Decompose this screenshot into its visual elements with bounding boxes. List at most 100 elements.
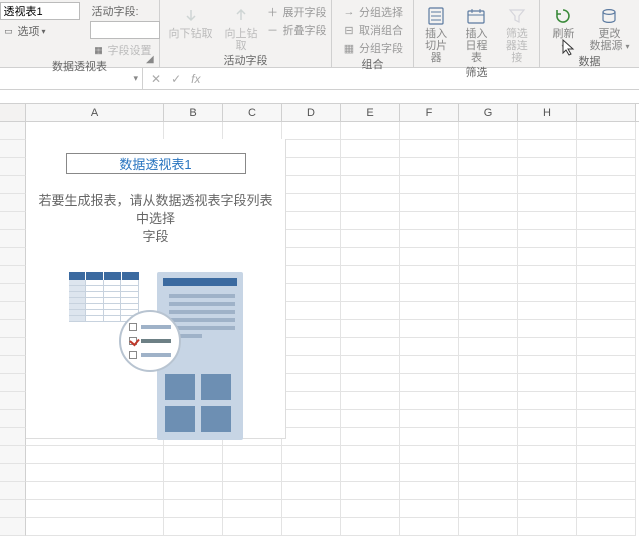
row-header[interactable]	[0, 500, 26, 518]
cell[interactable]	[282, 248, 341, 266]
ungroup-button[interactable]: ⊟ 取消组合	[342, 22, 403, 38]
row-header[interactable]	[0, 446, 26, 464]
cell[interactable]	[341, 176, 400, 194]
cell[interactable]	[518, 518, 577, 536]
cell[interactable]	[282, 158, 341, 176]
cell[interactable]	[26, 500, 164, 518]
cell[interactable]	[518, 176, 577, 194]
cell[interactable]	[518, 158, 577, 176]
row-header[interactable]	[0, 320, 26, 338]
cell[interactable]	[518, 446, 577, 464]
row-header[interactable]	[0, 392, 26, 410]
cell[interactable]	[400, 176, 459, 194]
cell[interactable]	[459, 518, 518, 536]
cell[interactable]	[459, 122, 518, 140]
cell[interactable]	[282, 230, 341, 248]
cell[interactable]	[459, 266, 518, 284]
cell[interactable]	[577, 320, 636, 338]
cell[interactable]	[341, 284, 400, 302]
cell[interactable]	[26, 446, 164, 464]
cell[interactable]	[282, 212, 341, 230]
group-field-button[interactable]: ▦ 分组字段	[342, 40, 403, 56]
cell[interactable]	[518, 248, 577, 266]
cell[interactable]	[459, 230, 518, 248]
cell[interactable]	[459, 158, 518, 176]
insert-timeline-button[interactable]: 插入日程表	[458, 2, 494, 64]
cell[interactable]	[223, 464, 282, 482]
cell[interactable]	[577, 392, 636, 410]
cell[interactable]	[341, 428, 400, 446]
select-all-corner[interactable]	[0, 104, 26, 121]
cell[interactable]	[282, 140, 341, 158]
cell[interactable]	[341, 518, 400, 536]
cell[interactable]	[282, 194, 341, 212]
cell[interactable]	[341, 266, 400, 284]
cell[interactable]	[282, 428, 341, 446]
cell[interactable]	[518, 356, 577, 374]
cell[interactable]	[282, 338, 341, 356]
cell[interactable]	[518, 482, 577, 500]
cell[interactable]	[518, 302, 577, 320]
cell[interactable]	[341, 482, 400, 500]
cell[interactable]	[577, 446, 636, 464]
cell[interactable]	[400, 392, 459, 410]
cell[interactable]	[400, 212, 459, 230]
cell[interactable]	[282, 356, 341, 374]
row-header[interactable]	[0, 464, 26, 482]
cell[interactable]	[341, 500, 400, 518]
cell[interactable]	[26, 122, 164, 140]
cell[interactable]	[459, 302, 518, 320]
col-header[interactable]: H	[518, 104, 577, 121]
cell[interactable]	[400, 338, 459, 356]
cell[interactable]	[26, 482, 164, 500]
worksheet-grid[interactable]: A B C D E F G H 数据透视表1 若要生成报表，请从数据透视表字段列…	[0, 104, 639, 540]
col-header[interactable]: A	[26, 104, 164, 121]
cell[interactable]	[282, 410, 341, 428]
cell[interactable]	[282, 122, 341, 140]
cell[interactable]	[577, 194, 636, 212]
cell[interactable]	[518, 338, 577, 356]
cell[interactable]	[400, 518, 459, 536]
cell[interactable]	[164, 500, 223, 518]
cell[interactable]	[341, 446, 400, 464]
cell[interactable]	[400, 194, 459, 212]
cell[interactable]	[400, 428, 459, 446]
row-header[interactable]	[0, 302, 26, 320]
cell[interactable]	[400, 410, 459, 428]
cell[interactable]	[459, 500, 518, 518]
cell[interactable]	[459, 176, 518, 194]
cell[interactable]	[400, 248, 459, 266]
enter-icon[interactable]: ✓	[171, 72, 181, 86]
cell[interactable]	[518, 140, 577, 158]
cell[interactable]	[577, 374, 636, 392]
cell[interactable]	[459, 320, 518, 338]
cell[interactable]	[223, 518, 282, 536]
cell[interactable]	[577, 158, 636, 176]
cell[interactable]	[223, 482, 282, 500]
col-header[interactable]: C	[223, 104, 282, 121]
row-header[interactable]	[0, 356, 26, 374]
cell[interactable]	[400, 158, 459, 176]
cell[interactable]	[518, 194, 577, 212]
row-header[interactable]	[0, 248, 26, 266]
cell[interactable]	[518, 122, 577, 140]
cell[interactable]	[400, 500, 459, 518]
cell[interactable]	[459, 410, 518, 428]
cell[interactable]	[341, 374, 400, 392]
cell[interactable]	[577, 266, 636, 284]
row-header[interactable]	[0, 410, 26, 428]
col-header[interactable]: B	[164, 104, 223, 121]
cell[interactable]	[341, 212, 400, 230]
cell[interactable]	[518, 320, 577, 338]
cell[interactable]	[400, 230, 459, 248]
row-header[interactable]	[0, 266, 26, 284]
cell[interactable]	[164, 446, 223, 464]
cell[interactable]	[26, 518, 164, 536]
cell[interactable]	[459, 194, 518, 212]
cell[interactable]	[459, 392, 518, 410]
cell[interactable]	[577, 122, 636, 140]
row-header[interactable]	[0, 230, 26, 248]
dialog-launcher-icon[interactable]: ◢	[146, 54, 156, 64]
cell[interactable]	[459, 338, 518, 356]
cell[interactable]	[518, 374, 577, 392]
